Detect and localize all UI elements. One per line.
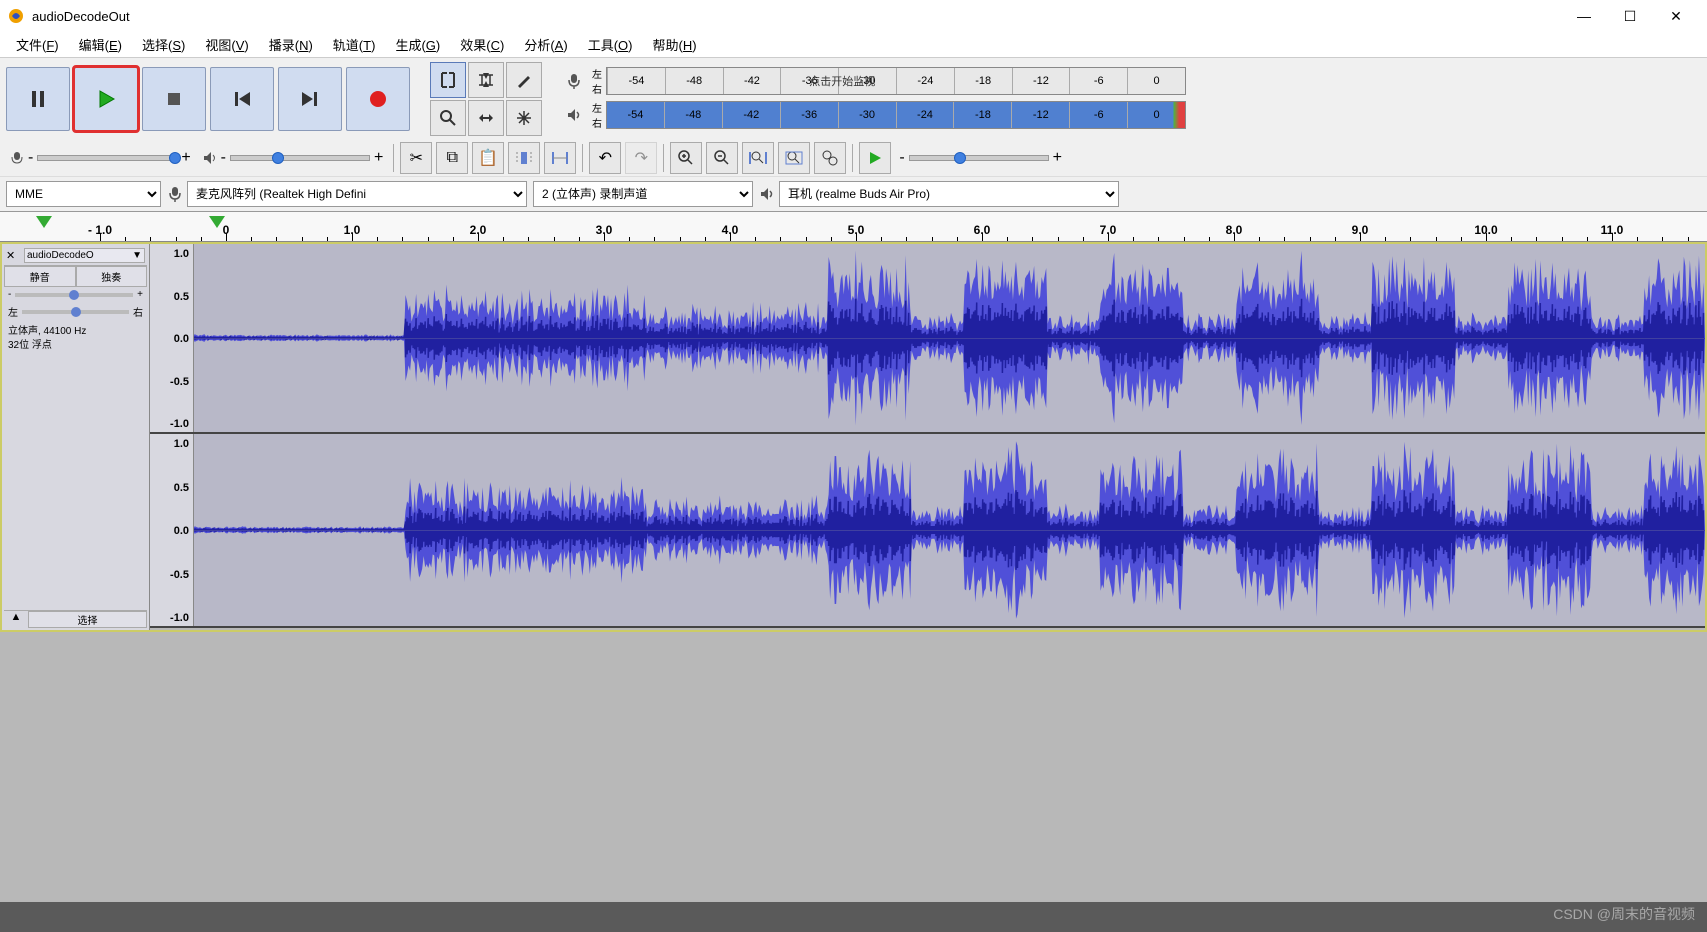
playback-meter[interactable]: 左右 -54-48-42-36-30-24-18-12-60: [560, 99, 1703, 131]
track-info: 立体声, 44100 Hz 32位 浮点: [4, 321, 147, 357]
menu-t[interactable]: 轨道(T): [323, 32, 386, 57]
recording-meter[interactable]: 左右 点击开始监视-54-48-42-36-30-24-18-12-60: [560, 65, 1703, 97]
fit-project-button[interactable]: [778, 142, 810, 174]
menu-s[interactable]: 选择(S): [132, 32, 195, 57]
zoom-out-button[interactable]: [706, 142, 738, 174]
menu-v[interactable]: 视图(V): [195, 32, 258, 57]
waveform-right-channel[interactable]: 1.00.50.0-0.5-1.0: [150, 434, 1705, 628]
gain-slider[interactable]: -+: [4, 287, 147, 302]
stop-button[interactable]: [142, 67, 206, 131]
menu-a[interactable]: 分析(A): [514, 32, 577, 57]
speaker-icon: [759, 186, 775, 202]
pause-button[interactable]: [6, 67, 70, 131]
zoom-tool[interactable]: [430, 100, 466, 136]
fit-selection-button[interactable]: [742, 142, 774, 174]
monitor-hint[interactable]: 点击开始监视: [809, 73, 875, 89]
copy-button[interactable]: ⧉: [436, 142, 468, 174]
menu-bar: 文件(F)编辑(E)选择(S)视图(V)播录(N)轨道(T)生成(G)效果(C)…: [0, 32, 1707, 58]
title-bar: audioDecodeOut — ☐ ✕: [0, 0, 1707, 32]
mute-button[interactable]: 静音: [4, 266, 76, 287]
draw-tool[interactable]: [506, 62, 542, 98]
watermark: CSDN @周末的音视频: [1553, 904, 1695, 924]
close-button[interactable]: ✕: [1653, 0, 1699, 32]
speaker-icon: [560, 107, 588, 123]
minimize-button[interactable]: —: [1561, 0, 1607, 32]
timeshift-tool[interactable]: [468, 100, 504, 136]
skip-start-button[interactable]: [210, 67, 274, 131]
paste-button[interactable]: 📋: [472, 142, 504, 174]
app-icon: [8, 8, 24, 24]
trim-button[interactable]: [508, 142, 540, 174]
device-toolbar: MME 麦克风阵列 (Realtek High Defini 2 (立体声) 录…: [0, 176, 1707, 211]
audio-host-select[interactable]: MME: [6, 181, 161, 207]
track-close-button[interactable]: ✕: [6, 249, 22, 262]
microphone-icon: [167, 186, 183, 202]
playback-speed-slider[interactable]: -+: [895, 149, 1066, 167]
selection-tool[interactable]: [430, 62, 466, 98]
track-control-panel: ✕ audioDecodeO▼ 静音 独奏 -+ 左右 立体声, 44100 H…: [2, 244, 150, 630]
recording-device-select[interactable]: 麦克风阵列 (Realtek High Defini: [187, 181, 527, 207]
zoom-in-button[interactable]: [670, 142, 702, 174]
play-button[interactable]: [74, 67, 138, 131]
microphone-icon: [10, 151, 24, 165]
timeline-ruler[interactable]: - 1.001.02.03.04.05.06.07.08.09.010.011.…: [0, 212, 1707, 242]
maximize-button[interactable]: ☐: [1607, 0, 1653, 32]
speaker-icon: [203, 151, 217, 165]
undo-button[interactable]: ↶: [589, 142, 621, 174]
silence-button[interactable]: [544, 142, 576, 174]
tools-toolbar: [426, 58, 546, 140]
cut-button[interactable]: ✂: [400, 142, 432, 174]
redo-button[interactable]: ↷: [625, 142, 657, 174]
menu-g[interactable]: 生成(G): [385, 32, 450, 57]
waveform-left-channel[interactable]: 1.00.50.0-0.5-1.0: [150, 244, 1705, 434]
menu-e[interactable]: 编辑(E): [69, 32, 132, 57]
playback-device-select[interactable]: 耳机 (realme Buds Air Pro): [779, 181, 1119, 207]
solo-button[interactable]: 独奏: [76, 266, 148, 287]
microphone-icon: [560, 73, 588, 89]
menu-c[interactable]: 效果(C): [450, 32, 514, 57]
track-name-dropdown[interactable]: audioDecodeO▼: [24, 248, 145, 263]
transport-toolbar: [0, 61, 416, 137]
tracks-area: ✕ audioDecodeO▼ 静音 独奏 -+ 左右 立体声, 44100 H…: [0, 242, 1707, 902]
pan-slider[interactable]: 左右: [4, 302, 147, 321]
skip-end-button[interactable]: [278, 67, 342, 131]
playback-volume-slider[interactable]: -+: [199, 149, 388, 167]
recording-volume-slider[interactable]: -+: [6, 149, 195, 167]
menu-f[interactable]: 文件(F): [6, 32, 69, 57]
zoom-toggle-button[interactable]: [814, 142, 846, 174]
recording-channels-select[interactable]: 2 (立体声) 录制声道: [533, 181, 753, 207]
window-title: audioDecodeOut: [32, 9, 1561, 24]
meters: 左右 点击开始监视-54-48-42-36-30-24-18-12-60 左右 …: [556, 61, 1707, 137]
collapse-button[interactable]: ▲: [4, 611, 28, 628]
multi-tool[interactable]: [506, 100, 542, 136]
menu-o[interactable]: 工具(O): [578, 32, 643, 57]
menu-n[interactable]: 播录(N): [259, 32, 323, 57]
record-button[interactable]: [346, 67, 410, 131]
toolbar-area: 左右 点击开始监视-54-48-42-36-30-24-18-12-60 左右 …: [0, 58, 1707, 212]
track-select-button[interactable]: 选择: [28, 611, 147, 628]
play-at-speed-button[interactable]: [859, 142, 891, 174]
envelope-tool[interactable]: [468, 62, 504, 98]
menu-h[interactable]: 帮助(H): [643, 32, 707, 57]
audio-track: ✕ audioDecodeO▼ 静音 独奏 -+ 左右 立体声, 44100 H…: [0, 242, 1707, 632]
